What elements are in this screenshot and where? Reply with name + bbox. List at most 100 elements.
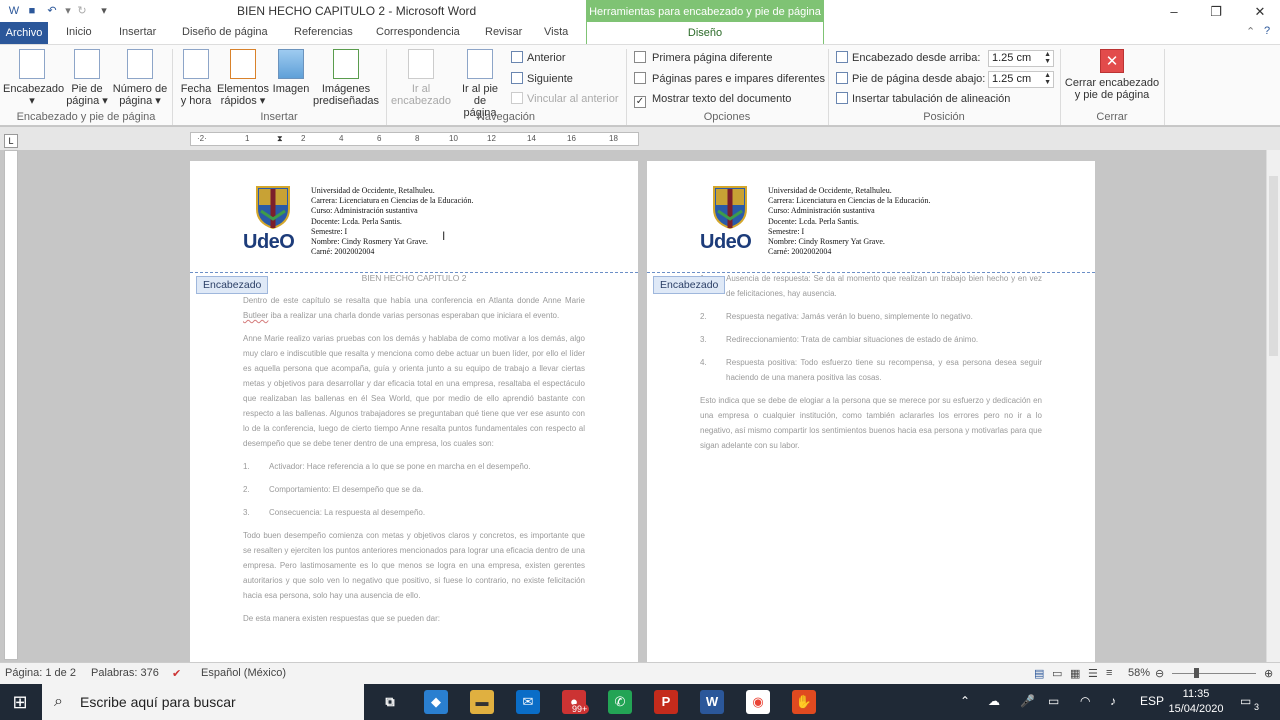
zoom-in-icon[interactable]: ⊕: [1264, 667, 1273, 680]
tab-diseno-pagina[interactable]: Diseño de página: [182, 26, 268, 38]
page-count[interactable]: Página: 1 de 2: [5, 667, 76, 679]
header-line: Semestre: I: [768, 226, 805, 236]
ruler-tick: 8: [415, 134, 420, 143]
numero-de-pagina-button[interactable]: Número de página ▾: [112, 49, 168, 107]
primera-pagina-diferente-checkbox[interactable]: Primera página diferente: [634, 50, 772, 66]
header-tag[interactable]: Encabezado: [653, 276, 726, 294]
pie-desde-abajo-input[interactable]: 1.25 cm ▲ ▼: [988, 71, 1054, 88]
windows-start-icon[interactable]: ⊞: [0, 684, 40, 720]
task-view-icon[interactable]: ⧉: [378, 690, 402, 714]
vertical-scrollbar[interactable]: [1266, 150, 1280, 662]
collapse-ribbon-icon[interactable]: ⌃: [1246, 25, 1255, 38]
outline-icon[interactable]: ☰: [1088, 667, 1098, 680]
pie-label-1: Pie de: [71, 83, 103, 95]
zoom-slider[interactable]: [1172, 673, 1256, 674]
ruler-indent-marker-icon[interactable]: ⧗: [277, 134, 283, 144]
save-icon[interactable]: ■: [24, 3, 40, 19]
pares-impares-checkbox[interactable]: Páginas pares e impares diferentes: [634, 71, 825, 87]
tab-vista[interactable]: Vista: [544, 26, 568, 38]
tab-archivo[interactable]: Archivo: [0, 22, 48, 44]
print-layout-icon[interactable]: ▤: [1034, 667, 1044, 680]
horizontal-ruler[interactable]: ·2· 1 ⧗ 2 4 6 8 10 12 14 16 18: [190, 132, 639, 146]
spinner-arrows-icon[interactable]: ▲ ▼: [1044, 51, 1051, 65]
whatsapp-icon[interactable]: ✆: [608, 690, 632, 714]
taskbar-search-box[interactable]: ⌕ Escribe aquí para buscar: [42, 684, 364, 720]
zoom-out-icon[interactable]: ⊖: [1155, 667, 1164, 680]
ir-al-encabezado-button[interactable]: Ir al encabezado: [390, 49, 452, 107]
word-icon[interactable]: W: [6, 3, 22, 19]
elementos-rapidos-button[interactable]: Elementos rápidos ▾: [216, 49, 270, 107]
cerrar-encabezado-button[interactable]: ✕ Cerrar encabezado y pie de página: [1062, 49, 1162, 101]
zoom-level[interactable]: 58%: [1128, 667, 1150, 679]
close-button[interactable]: ✕: [1240, 2, 1280, 22]
language-indicator[interactable]: ESP: [1140, 694, 1164, 708]
mostrar-texto-checkbox[interactable]: ✓ Mostrar texto del documento: [634, 91, 791, 108]
vincular-anterior-button[interactable]: Vincular al anterior: [511, 91, 619, 107]
microphone-icon[interactable]: 🎤: [1020, 694, 1035, 708]
cloud-icon[interactable]: ☁: [988, 694, 1000, 708]
document-page-1[interactable]: UdeO Universidad de Occidente, Retalhule…: [190, 161, 638, 663]
tab-insertar[interactable]: Insertar: [119, 26, 156, 38]
customize-toolbar-icon[interactable]: ▾: [96, 3, 112, 19]
misspelled-word[interactable]: Butleer: [243, 311, 268, 320]
mail-icon[interactable]: ✉: [516, 690, 540, 714]
minimize-button[interactable]: –: [1154, 2, 1194, 22]
pdf-icon[interactable]: P: [654, 690, 678, 714]
anterior-button[interactable]: Anterior: [511, 50, 566, 66]
list-number: 4.: [700, 358, 707, 367]
imagenes-prediseñadas-button[interactable]: Imágenes prediseñadas: [312, 49, 380, 107]
wifi-icon[interactable]: ◠: [1080, 694, 1090, 708]
ruler-tick: 12: [487, 134, 496, 143]
pares-label: Páginas pares e impares diferentes: [652, 73, 826, 85]
help-icon[interactable]: ?: [1264, 25, 1270, 37]
tab-revisar[interactable]: Revisar: [485, 26, 522, 38]
app-icon-orange[interactable]: ✋: [792, 690, 816, 714]
undo-icon[interactable]: ↶: [44, 3, 60, 19]
tray-chevron-icon[interactable]: ⌃: [960, 694, 970, 708]
app-icon-blue[interactable]: ◆: [424, 690, 448, 714]
fecha-label-1: Fecha: [180, 83, 212, 95]
taskbar-clock[interactable]: 11:35 15/04/2020: [1166, 687, 1226, 717]
encabezado-desde-arriba-input[interactable]: 1.25 cm ▲ ▼: [988, 50, 1054, 67]
word-count[interactable]: Palabras: 376: [91, 667, 159, 679]
logo-text: UdeO: [243, 231, 295, 253]
group-label-posicion: Posición: [923, 111, 965, 123]
web-layout-icon[interactable]: ▦: [1070, 667, 1080, 680]
tab-referencias[interactable]: Referencias: [294, 26, 353, 38]
volume-icon[interactable]: ♪: [1110, 694, 1116, 708]
encabezado-button[interactable]: Encabezado ▾: [3, 49, 64, 107]
tab-correspondencia[interactable]: Correspondencia: [376, 26, 460, 38]
document-page-2[interactable]: UdeO Universidad de Occidente, Retalhule…: [647, 161, 1095, 663]
insertar-tabulacion-button[interactable]: Insertar tabulación de alineación: [836, 91, 1010, 107]
draft-icon[interactable]: ≡: [1106, 667, 1112, 679]
restore-button[interactable]: ❐: [1196, 2, 1236, 22]
header-info[interactable]: Universidad de Occidente, Retalhuleu. Ca…: [768, 186, 930, 257]
list-number: 3.: [243, 508, 250, 517]
zoom-slider-thumb[interactable]: [1194, 668, 1199, 678]
numero-label-2: página ▾: [119, 95, 161, 107]
tab-inicio[interactable]: Inicio: [66, 26, 92, 38]
header-info[interactable]: Universidad de Occidente, Retalhuleu. Ca…: [311, 186, 473, 257]
battery-icon[interactable]: ▭: [1048, 694, 1059, 708]
tab-diseno[interactable]: Diseño: [586, 22, 824, 44]
redo-icon[interactable]: ↻: [74, 3, 90, 19]
chrome-icon[interactable]: ◉: [746, 690, 770, 714]
file-explorer-icon[interactable]: ▬: [470, 690, 494, 714]
spinner-arrows-icon[interactable]: ▲ ▼: [1044, 72, 1051, 86]
proofing-icon[interactable]: ✔: [172, 667, 181, 680]
imagen-button[interactable]: Imagen: [270, 49, 312, 95]
scrollbar-thumb[interactable]: [1269, 176, 1278, 356]
language[interactable]: Español (México): [201, 667, 286, 679]
siguiente-button[interactable]: Siguiente: [511, 71, 573, 87]
notification-center-icon[interactable]: ▭: [1240, 694, 1251, 708]
pie-de-pagina-button[interactable]: Pie de página ▾: [64, 49, 110, 107]
tab-selector-icon[interactable]: L: [4, 134, 18, 148]
full-screen-icon[interactable]: ▭: [1052, 667, 1062, 680]
status-bar: Página: 1 de 2 Palabras: 376 ✔ Español (…: [0, 662, 1280, 684]
ruler-tick: 6: [377, 134, 382, 143]
footer-position-icon: [836, 72, 848, 84]
ir-al-pie-button[interactable]: Ir al pie de página: [456, 49, 504, 119]
vertical-ruler[interactable]: [4, 150, 18, 660]
fecha-y-hora-button[interactable]: Fecha y hora: [176, 49, 216, 107]
word-taskbar-icon[interactable]: W: [700, 690, 724, 714]
